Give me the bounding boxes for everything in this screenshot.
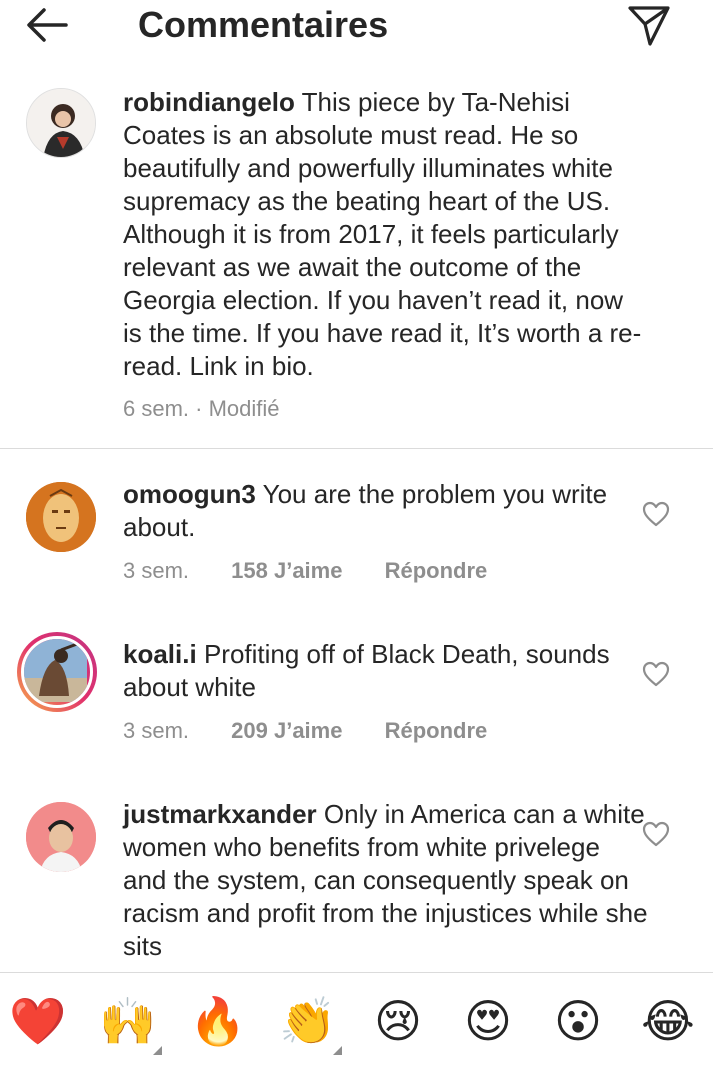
page-title: Commentaires [138,4,389,45]
heart-eyes-face-icon: 😍 [464,995,512,1047]
comment-timestamp: 3 sem. [123,718,190,743]
red-heart-emoji-button[interactable]: ❤️ [8,993,68,1049]
surprised-face-emoji-button[interactable]: 😮 [548,993,608,1049]
caption-username[interactable]: robindiangelo [123,87,295,117]
user-avatar-icon [24,639,87,702]
comment-timestamp: 3 sem. [123,558,190,583]
tears-of-joy-emoji-button[interactable]: 😂 [638,993,698,1049]
avatar[interactable] [26,802,96,872]
share-button[interactable] [624,2,674,48]
avatar[interactable] [17,632,97,712]
tears-of-joy-face-icon: 😂 [641,995,695,1047]
avatar[interactable] [26,88,96,158]
clapping-hands-icon: 👏 [279,995,337,1047]
like-button[interactable] [642,501,670,527]
comment-text: justmarkxander Only in America can a whi… [123,798,648,963]
raising-hands-icon: 🙌 [99,995,157,1047]
comment-text: koali.i Profiting off of Black Death, so… [123,638,648,704]
like-button[interactable] [642,661,670,687]
skin-tone-indicator [153,1046,162,1055]
crying-face-icon: 😢 [374,995,422,1047]
fire-emoji-button[interactable]: 🔥 [188,993,248,1049]
comment-username[interactable]: omoogun3 [123,479,256,509]
caption-text: robindiangelo This piece by Ta-Nehisi Co… [123,86,648,383]
comment-meta: 3 sem. 209 J’aime Répondre [123,718,523,744]
heart-outline-icon [642,821,670,847]
caption-timestamp: 6 sem. · Modifié [123,396,280,421]
red-heart-icon: ❤️ [9,995,67,1047]
comment-likes[interactable]: 209 J’aime [231,718,342,743]
caption-meta: 6 sem. · Modifié [123,396,316,422]
reply-button[interactable]: Répondre [385,558,488,583]
raising-hands-emoji-button[interactable]: 🙌 [98,993,162,1055]
comment-username[interactable]: justmarkxander [123,799,317,829]
surprised-face-icon: 😮 [554,995,602,1047]
user-avatar-icon [26,482,96,552]
comment-likes[interactable]: 158 J’aime [231,558,342,583]
clapping-hands-emoji-button[interactable]: 👏 [278,993,342,1055]
like-button[interactable] [642,821,670,847]
heart-outline-icon [642,661,670,687]
story-ring [21,636,93,708]
comment-item: justmarkxander Only in America can a whi… [0,798,713,972]
back-button[interactable] [22,2,72,48]
heart-outline-icon [642,501,670,527]
divider [0,448,713,449]
comment-meta: 3 sem. 158 J’aime Répondre [123,558,523,584]
comment-text: omoogun3 You are the problem you write a… [123,478,648,544]
emoji-reaction-bar: ❤️ 🙌 🔥 👏 😢 😍 😮 😂 [0,972,713,1070]
user-avatar-icon [26,802,96,872]
back-arrow-icon [27,8,68,42]
fire-icon: 🔥 [189,995,247,1047]
user-avatar-icon [27,89,95,157]
avatar[interactable] [26,482,96,552]
top-bar: Commentaires [0,0,713,50]
heart-eyes-emoji-button[interactable]: 😍 [458,993,518,1049]
reply-button[interactable]: Répondre [385,718,488,743]
skin-tone-indicator [333,1046,342,1055]
comment-username[interactable]: koali.i [123,639,197,669]
crying-face-emoji-button[interactable]: 😢 [368,993,428,1049]
caption-body: This piece by Ta-Nehisi Coates is an abs… [123,87,642,381]
paper-plane-icon [628,6,670,46]
